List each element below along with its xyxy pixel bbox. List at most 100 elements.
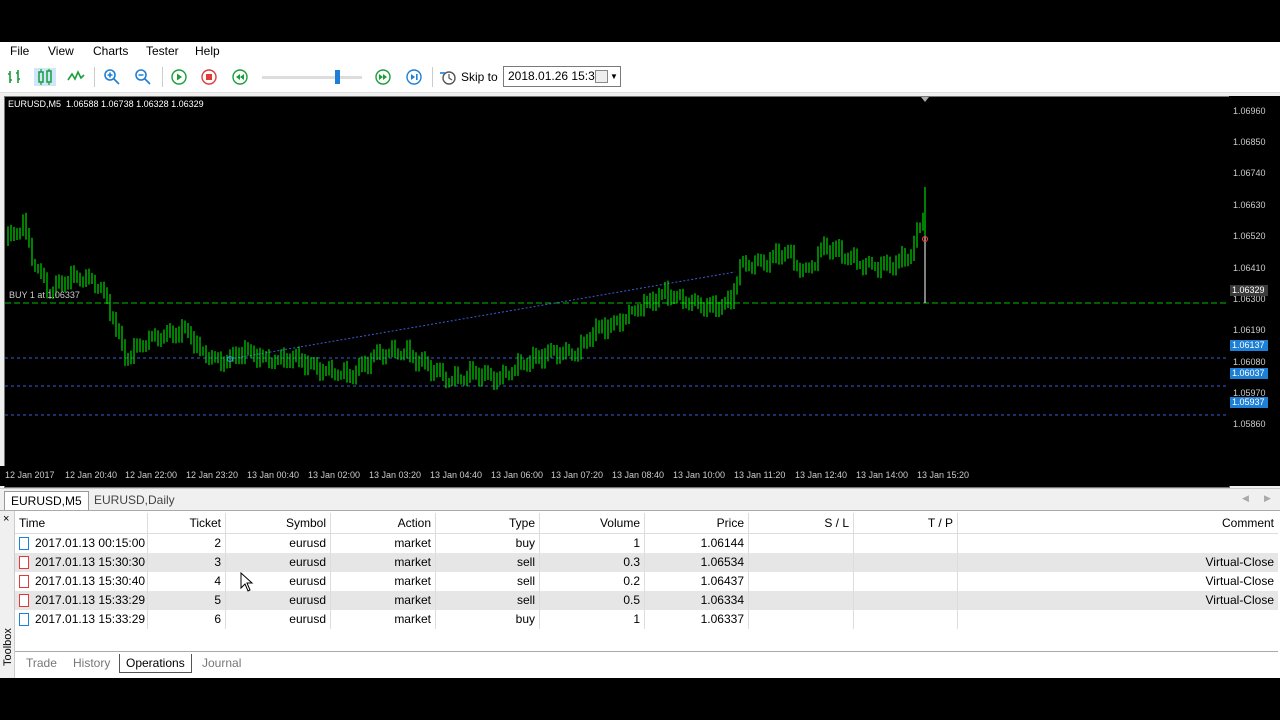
fast-forward-icon[interactable] xyxy=(374,68,392,86)
cell-symbol: eurusd xyxy=(226,610,331,629)
cell-tp xyxy=(854,534,958,553)
col-volume[interactable]: Volume xyxy=(540,513,645,533)
col-action[interactable]: Action xyxy=(331,513,436,533)
menu-charts[interactable]: Charts xyxy=(93,44,128,58)
table-header: Time Ticket Symbol Action Type Volume Pr… xyxy=(15,513,1278,534)
table-row[interactable]: 2017.01.13 15:33:29 6 eurusd market buy 1 1.06… xyxy=(15,610,1278,629)
action-value: market xyxy=(394,612,431,626)
cell-symbol: eurusd xyxy=(226,553,331,572)
price-chart[interactable]: EURUSD,M5 1.06588 1.06738 1.06328 1.0632… xyxy=(4,96,1230,488)
price-value: 1.06334 xyxy=(700,593,744,607)
menu-tester[interactable]: Tester xyxy=(146,44,179,58)
cell-symbol: eurusd xyxy=(226,534,331,553)
tab-operations[interactable]: Operations xyxy=(119,654,192,673)
time-tick-label: 12 Jan 20:40 xyxy=(65,470,118,480)
col-time[interactable]: Time xyxy=(15,513,148,533)
tab-history[interactable]: History xyxy=(67,654,116,672)
table-row[interactable]: 2017.01.13 15:33:29 5 eurusd market sell 0.5 1… xyxy=(15,591,1278,610)
cell-ticket: 3 xyxy=(148,553,226,572)
cell-time: 2017.01.13 15:30:40 xyxy=(15,572,148,591)
cell-price: 1.06144 xyxy=(645,534,749,553)
play-icon[interactable] xyxy=(170,68,188,86)
col-tp[interactable]: T / P xyxy=(854,513,958,533)
scroll-right-icon[interactable]: ▶ xyxy=(1264,493,1271,504)
rewind-icon[interactable] xyxy=(231,68,249,86)
time-tick-label: 12 Jan 22:00 xyxy=(125,470,178,480)
zoom-out-icon[interactable] xyxy=(134,68,152,86)
cell-comment: Virtual-Close xyxy=(958,591,1278,610)
time-scale: 12 Jan 2017 12 Jan 20:40 12 Jan 22:00 12 Ja… xyxy=(0,466,1280,486)
chevron-down-icon[interactable]: ▼ xyxy=(610,67,618,86)
comment-value: Virtual-Close xyxy=(1205,574,1274,588)
time-tick-label: 13 Jan 14:00 xyxy=(856,470,909,480)
col-type[interactable]: Type xyxy=(436,513,540,533)
cell-action: market xyxy=(331,534,436,553)
col-comment[interactable]: Comment xyxy=(958,513,1278,533)
price-tick-label: 1.06630 xyxy=(1233,200,1266,210)
menu-help[interactable]: Help xyxy=(195,44,220,58)
cell-time: 2017.01.13 15:30:30 xyxy=(15,553,148,572)
sell-doc-icon xyxy=(19,594,29,607)
tab-eurusd-daily[interactable]: EURUSD,Daily xyxy=(88,491,181,509)
chart-info: EURUSD,M5 1.06588 1.06738 1.06328 1.0632… xyxy=(8,99,204,109)
price-tick-label: 1.06080 xyxy=(1233,357,1266,367)
price-value: 1.06534 xyxy=(700,555,744,569)
tab-trade[interactable]: Trade xyxy=(20,654,63,672)
slider-thumb[interactable] xyxy=(335,70,340,84)
line-chart-icon[interactable] xyxy=(67,68,85,86)
close-icon[interactable]: × xyxy=(3,513,9,525)
col-ticket[interactable]: Ticket xyxy=(148,513,226,533)
skip-to-icon[interactable] xyxy=(439,68,457,86)
price-level-label: 1.06037 xyxy=(1230,368,1268,379)
buy-doc-icon xyxy=(19,537,29,550)
trade-link-line xyxy=(229,271,736,360)
stop-icon[interactable] xyxy=(200,68,218,86)
price-value: 1.06437 xyxy=(700,574,744,588)
menu-view[interactable]: View xyxy=(48,44,74,58)
zoom-in-icon[interactable] xyxy=(103,68,121,86)
cell-sl xyxy=(749,591,854,610)
ticket-value: 5 xyxy=(214,593,221,607)
cell-ticket: 4 xyxy=(148,572,226,591)
volume-value: 1 xyxy=(633,612,640,626)
cell-volume: 1 xyxy=(540,610,645,629)
cell-price: 1.06334 xyxy=(645,591,749,610)
skip-to-date-field[interactable]: 2018.01.26 15:30 ▼ xyxy=(503,66,621,87)
tab-journal[interactable]: Journal xyxy=(196,654,247,672)
col-symbol[interactable]: Symbol xyxy=(226,513,331,533)
tab-eurusd-m5[interactable]: EURUSD,M5 xyxy=(4,491,89,510)
calendar-icon[interactable] xyxy=(595,70,608,83)
price-value: 1.06337 xyxy=(700,612,744,626)
menu-file[interactable]: File xyxy=(10,44,29,58)
symbol-value: eurusd xyxy=(289,574,326,588)
cell-sl xyxy=(749,610,854,629)
action-value: market xyxy=(394,536,431,550)
price-tick-label: 1.06520 xyxy=(1233,231,1266,241)
table-row[interactable]: 2017.01.13 15:30:30 3 eurusd market sell 0.3 1… xyxy=(15,553,1278,572)
cell-action: market xyxy=(331,572,436,591)
cell-type: sell xyxy=(436,591,540,610)
price-value: 1.06144 xyxy=(700,536,744,550)
cell-tp xyxy=(854,610,958,629)
col-price[interactable]: Price xyxy=(645,513,749,533)
cell-time: 2017.01.13 00:15:00 xyxy=(15,534,148,553)
cell-volume: 0.5 xyxy=(540,591,645,610)
volume-value: 0.2 xyxy=(623,574,640,588)
price-tick-label: 1.06850 xyxy=(1233,137,1266,147)
speed-slider[interactable] xyxy=(262,70,362,84)
cell-price: 1.06437 xyxy=(645,572,749,591)
col-sl[interactable]: S / L xyxy=(749,513,854,533)
bar-chart-icon[interactable] xyxy=(6,68,24,86)
cell-type: buy xyxy=(436,610,540,629)
candlestick-icon[interactable] xyxy=(34,68,56,86)
skip-to-label[interactable]: Skip to xyxy=(461,70,498,84)
table-row[interactable]: 2017.01.13 15:30:40 4 eurusd market sell 0.2 1… xyxy=(15,572,1278,591)
step-forward-icon[interactable] xyxy=(405,68,423,86)
time-tick-label: 12 Jan 23:20 xyxy=(186,470,239,480)
table-row[interactable]: 2017.01.13 00:15:00 2 eurusd market buy 1 1.06… xyxy=(15,534,1278,553)
type-value: buy xyxy=(515,536,535,550)
type-value: sell xyxy=(516,555,535,569)
symbol-value: eurusd xyxy=(289,593,326,607)
toolbox-label: Toolbox xyxy=(2,628,14,666)
scroll-left-icon[interactable]: ◀ xyxy=(1242,493,1249,504)
